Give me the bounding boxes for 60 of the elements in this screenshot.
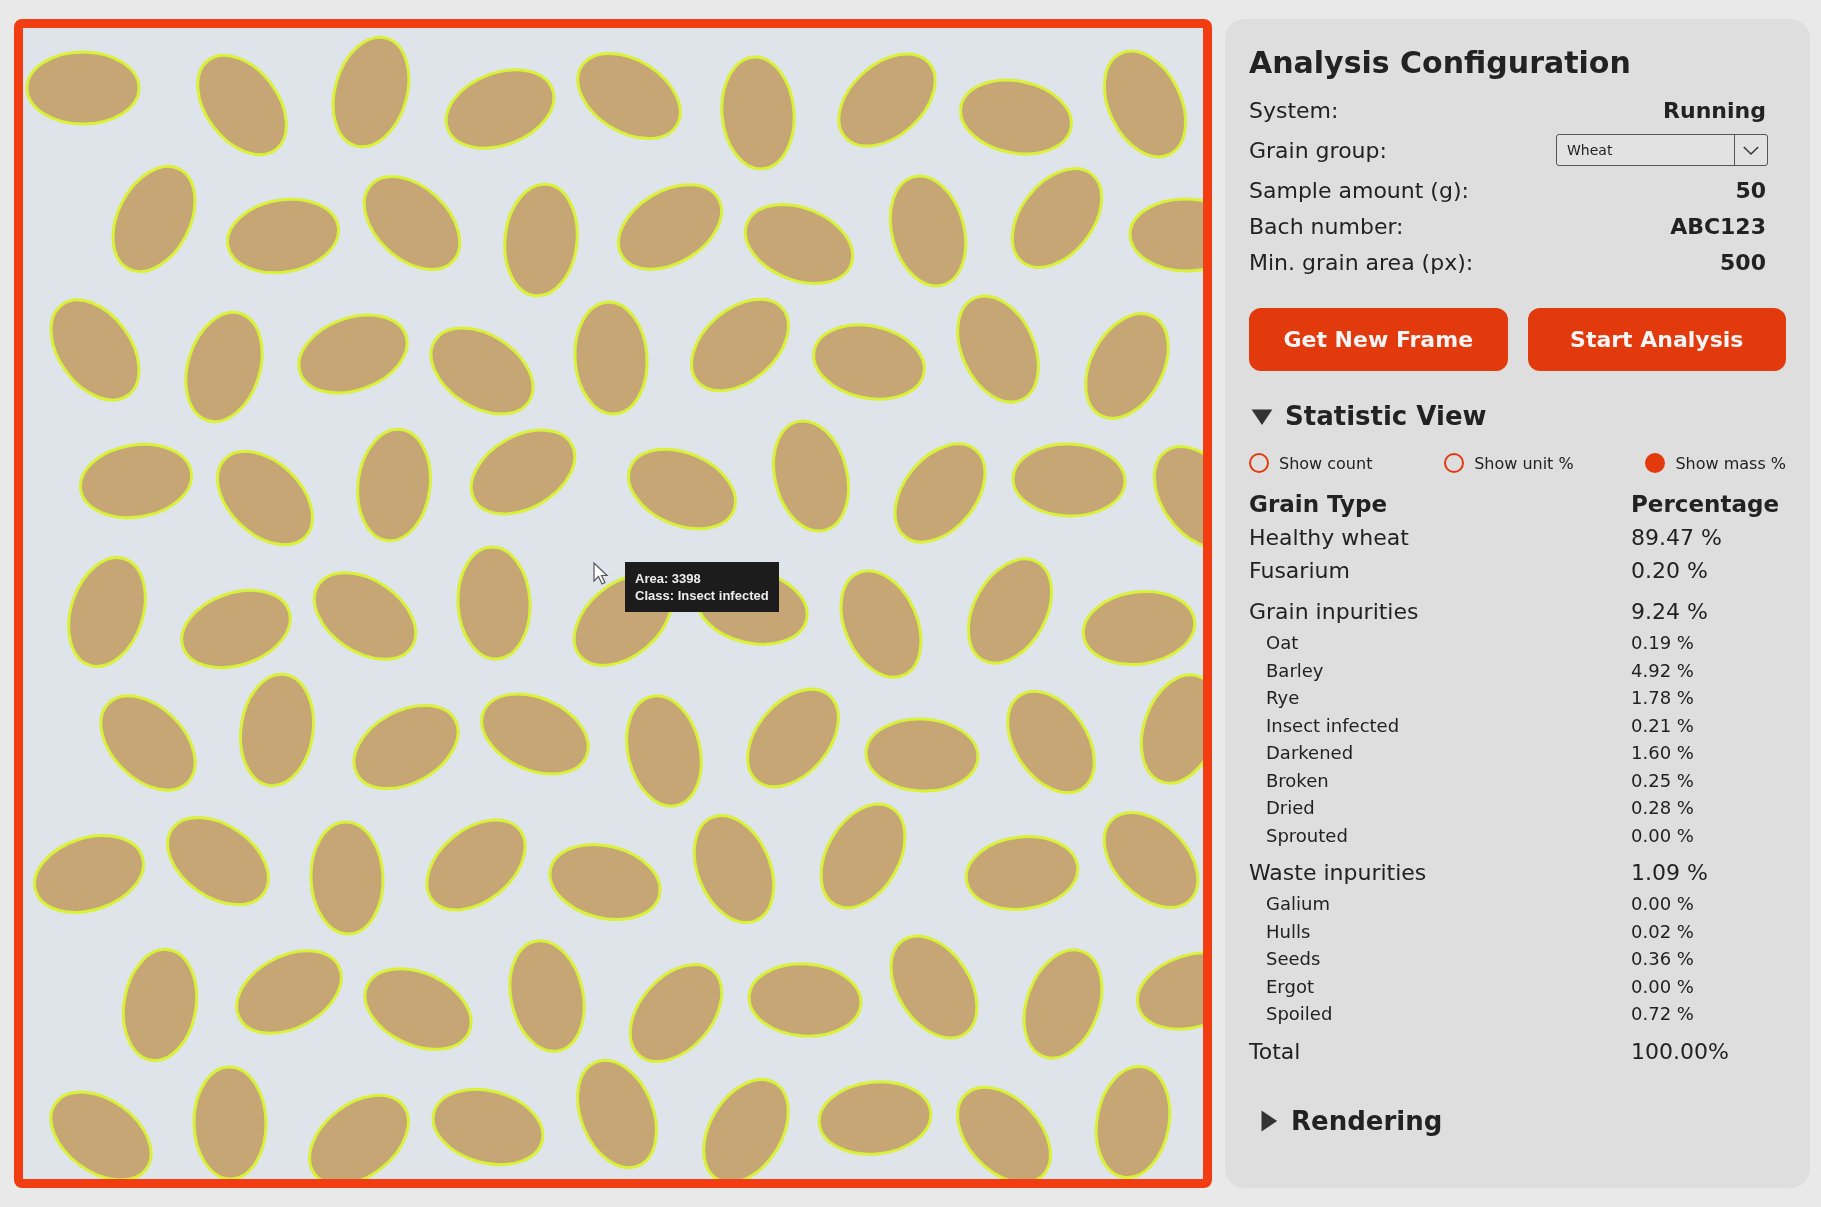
grain-type: Waste inpurities (1249, 860, 1428, 887)
grain-type: Galium (1265, 893, 1331, 916)
tooltip-text: Class: Insect infected (635, 587, 769, 604)
grain-type: Dried (1265, 797, 1316, 820)
percentage: 0.00 % (1631, 893, 1694, 916)
grain-type: Broken (1265, 769, 1330, 793)
grain-type: Sprouted (1265, 824, 1349, 848)
percentage: 0.36 % (1631, 948, 1694, 971)
grain-type: Insect infected (1265, 714, 1401, 738)
percentage: 0.20 % (1631, 558, 1708, 585)
field-value: 50 (1735, 177, 1766, 203)
pointer-cursor-icon (593, 562, 609, 586)
percentage: 9.24 % (1631, 599, 1708, 626)
grain-type: Fusarium (1249, 558, 1351, 585)
percentage: 0.00 % (1631, 824, 1694, 848)
percentage: 1.60 % (1631, 742, 1694, 765)
action-button[interactable]: Start Analysis (1527, 308, 1786, 371)
percentage: 1.78 % (1631, 687, 1694, 710)
field-label: Grain group: (1249, 137, 1387, 163)
field-label: Sample amount (g): (1249, 177, 1469, 203)
dropdown-field[interactable]: Wheat (1556, 134, 1768, 166)
field-value: Running (1663, 97, 1766, 123)
grain-type: Spoiled (1265, 1003, 1334, 1026)
radio-option[interactable]: Show mass % (1645, 453, 1786, 473)
percentage: 0.00 % (1631, 975, 1694, 999)
field-value: ABC123 (1670, 213, 1766, 239)
field-label: Bach number: (1249, 213, 1404, 239)
percentage: 4.92 % (1631, 659, 1694, 683)
field-label: System: (1249, 97, 1339, 123)
grain-type: Oat (1265, 632, 1300, 655)
percentage: 1.09 % (1631, 860, 1708, 887)
chevron-down-icon (1742, 144, 1760, 156)
radio-option[interactable]: Show unit % (1444, 453, 1574, 473)
grain-type: Ergot (1265, 975, 1315, 999)
grain-type: Darkened (1265, 742, 1355, 765)
column-header: Percentage (1631, 491, 1779, 519)
column-header: Grain Type (1249, 491, 1389, 519)
section-toggle[interactable]: Statistic View (1249, 401, 1487, 431)
grain-type: Healthy wheat (1249, 525, 1410, 552)
action-button[interactable]: Get New Frame (1249, 308, 1508, 371)
grain-type: Hulls (1265, 920, 1312, 944)
grain-type: Seeds (1265, 948, 1322, 971)
percentage: 0.02 % (1631, 920, 1694, 944)
grain-type: Barley (1265, 659, 1325, 683)
grain-type: Total (1249, 1038, 1302, 1066)
field-label: Min. grain area (px): (1249, 249, 1474, 275)
percentage: 0.21 % (1631, 714, 1694, 738)
percentage: 0.25 % (1631, 769, 1694, 793)
grain-type: Rye (1265, 687, 1301, 710)
field-value: 500 (1720, 249, 1766, 275)
tooltip-text: Area: 3398 (635, 570, 702, 587)
percentage: 0.72 % (1631, 1003, 1694, 1026)
percentage: 89.47 % (1631, 525, 1722, 552)
percentage: 0.19 % (1631, 632, 1694, 655)
panel-title: Analysis Configuration (1249, 45, 1632, 80)
grain-type: Grain inpurities (1249, 599, 1420, 626)
section-toggle[interactable]: Rendering (1255, 1105, 1443, 1136)
percentage: 100.00% (1631, 1038, 1729, 1066)
percentage: 0.28 % (1631, 797, 1694, 820)
radio-option[interactable]: Show count (1249, 453, 1373, 473)
